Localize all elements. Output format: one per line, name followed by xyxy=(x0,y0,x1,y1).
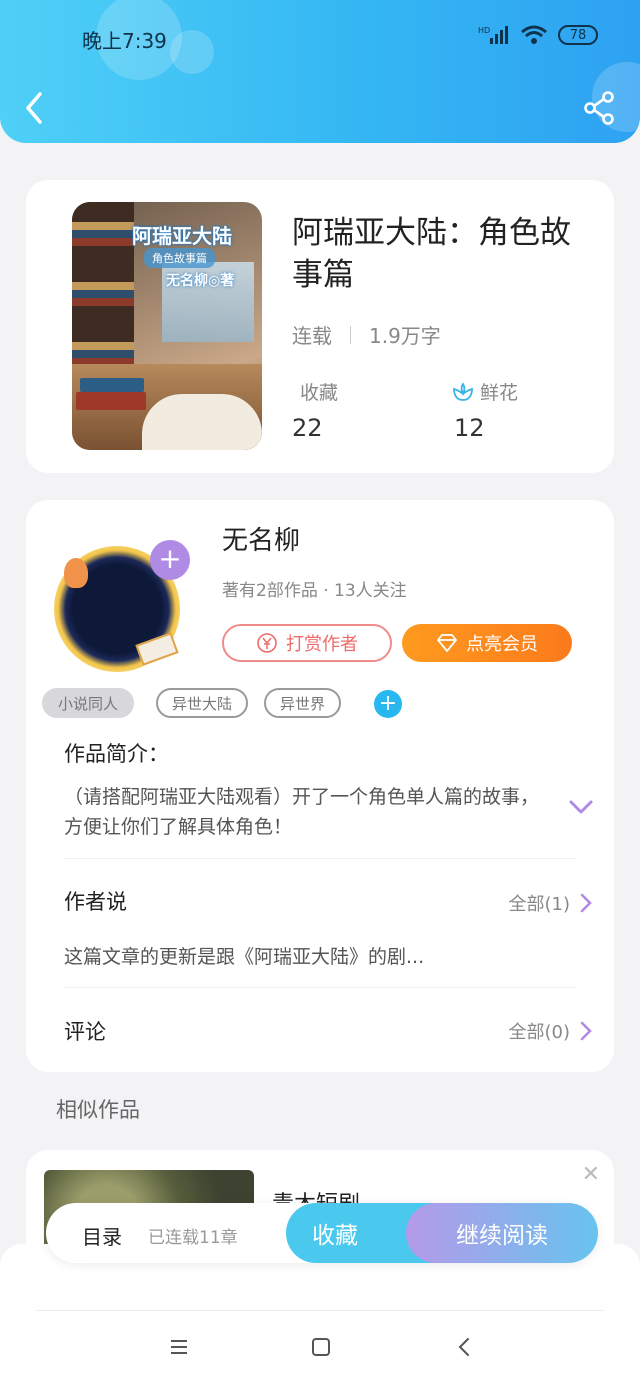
book-meta: 连载 1.9万字 xyxy=(292,320,441,349)
favorites-count: 22 xyxy=(292,414,323,442)
follow-plus-icon[interactable]: + xyxy=(150,540,190,580)
book-title: 阿瑞亚大陆：角色故事篇 xyxy=(292,215,571,293)
flower-icon xyxy=(453,381,473,401)
serial-status: 连载 xyxy=(292,324,332,348)
tag-2[interactable]: 异世界 xyxy=(264,688,342,718)
battery-indicator: 78 xyxy=(558,25,598,45)
wifi-icon xyxy=(521,25,547,44)
comments-count: 全部(0) xyxy=(508,1022,571,1043)
reading-action-bar: 目录 已连载11章 收藏 继续阅读 xyxy=(46,1203,598,1263)
comments-label: 评论 xyxy=(64,1020,106,1044)
avatar-book xyxy=(135,632,179,666)
divider xyxy=(36,1310,604,1311)
add-tag-button[interactable]: + xyxy=(374,690,402,718)
chevron-right-icon xyxy=(580,893,592,913)
word-count: 1.9万字 xyxy=(369,324,441,348)
intro-label: 作品简介： xyxy=(64,742,169,766)
book-cover[interactable]: 阿瑞亚大陆 角色故事篇 无名柳◎著 xyxy=(72,202,262,450)
system-back-icon[interactable] xyxy=(454,1336,476,1358)
author-card: + 无名柳 著有2部作品 · 13人关注 打赏作者 点亮会员 小说同人 异世大陆… xyxy=(26,500,614,1072)
expand-chevron-icon[interactable] xyxy=(568,798,594,816)
chapter-count: 已连载11章 xyxy=(148,1228,238,1248)
close-icon[interactable]: ✕ xyxy=(582,1162,600,1187)
favorites-label-text: 收藏 xyxy=(300,382,339,404)
cover-book xyxy=(76,392,146,410)
cover-subtitle: 角色故事篇 xyxy=(144,248,215,268)
diamond-icon xyxy=(437,634,457,652)
tip-author-button[interactable]: 打赏作者 xyxy=(222,624,392,662)
author-says-more[interactable]: 全部(1) xyxy=(509,890,593,916)
signal-icon: HD xyxy=(478,26,508,44)
author-says-label: 作者说 xyxy=(64,890,127,914)
cover-title: 阿瑞亚大陆 xyxy=(132,224,232,248)
bottom-sheet xyxy=(0,1244,640,1387)
author-avatar[interactable]: + xyxy=(54,540,190,672)
flowers-count: 12 xyxy=(454,414,485,442)
book-info-card: 阿瑞亚大陆 角色故事篇 无名柳◎著 阿瑞亚大陆：角色故事篇 连载 1.9万字 收… xyxy=(26,180,614,473)
status-icons: HD 78 xyxy=(478,24,598,46)
author-name[interactable]: 无名柳 xyxy=(222,520,300,557)
table-of-contents-button[interactable]: 目录 xyxy=(82,1221,122,1250)
cover-open-book xyxy=(142,394,262,450)
svg-text:HD: HD xyxy=(478,26,490,35)
status-time: 晚上7:39 xyxy=(82,29,167,53)
author-says-count: 全部(1) xyxy=(508,894,571,915)
decor-bubble xyxy=(170,30,214,74)
menu-icon[interactable] xyxy=(168,1336,190,1358)
author-meta: 著有2部作品 · 13人关注 xyxy=(222,581,407,601)
author-says-preview[interactable]: 这篇文章的更新是跟《阿瑞亚大陆》的剧... xyxy=(64,942,424,969)
comments-more[interactable]: 全部(0) xyxy=(509,1018,593,1044)
yen-coin-icon xyxy=(257,633,277,653)
continue-reading-button[interactable]: 继续阅读 xyxy=(406,1203,598,1263)
cover-author: 无名柳◎著 xyxy=(166,273,235,289)
vip-button[interactable]: 点亮会员 xyxy=(402,624,572,662)
flowers-label[interactable]: 鲜花 xyxy=(452,378,518,405)
flowers-label-text: 鲜花 xyxy=(480,382,519,404)
favorites-label: 收藏 xyxy=(300,378,338,405)
tag-0[interactable]: 小说同人 xyxy=(42,688,135,718)
tip-author-label: 打赏作者 xyxy=(286,634,358,655)
vip-label: 点亮会员 xyxy=(466,634,538,655)
tag-1[interactable]: 异世大陆 xyxy=(156,688,249,718)
intro-text: （请搭配阿瑞亚大陆观看）开了一个角色单人篇的故事，方便让你们了解具体角色！ xyxy=(64,786,540,838)
divider xyxy=(64,987,576,988)
back-arrow-icon[interactable] xyxy=(20,90,52,126)
meta-divider xyxy=(350,325,351,344)
chevron-right-icon xyxy=(580,1021,592,1041)
avatar-flame xyxy=(64,558,88,588)
top-header: 晚上7:39 HD 78 xyxy=(0,0,640,143)
similar-works-label: 相似作品 xyxy=(56,1098,140,1122)
home-icon[interactable] xyxy=(310,1336,332,1358)
share-icon[interactable] xyxy=(582,90,616,126)
divider xyxy=(64,858,576,859)
cover-book xyxy=(80,378,144,392)
